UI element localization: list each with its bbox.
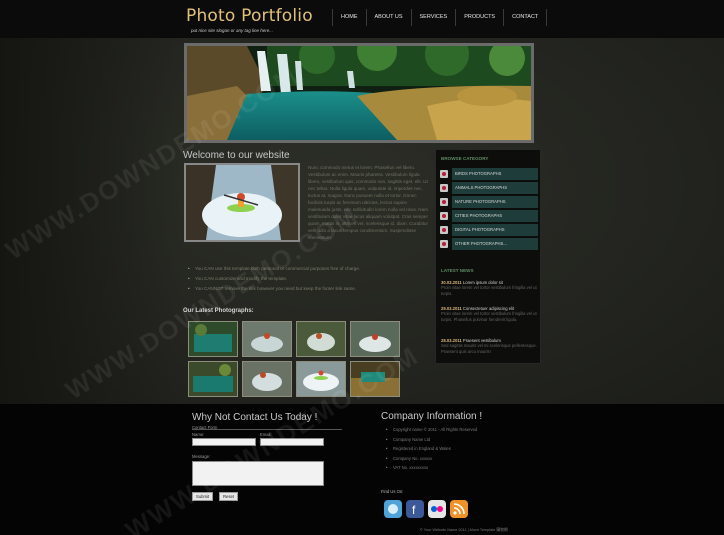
- category-animals[interactable]: ANIMALS PHOTOGRAPHS: [440, 182, 538, 194]
- page-root: Photo Portfolio put nice site slogan or …: [0, 0, 724, 535]
- news-date: 28.03.2011: [441, 338, 462, 343]
- news-item[interactable]: 29.03.2011 Consectetuer adipiscing elit …: [441, 306, 539, 322]
- category-nature[interactable]: NATURE PHOTOGRAPHS: [440, 196, 538, 208]
- news-date: 30.03.2011: [441, 280, 462, 285]
- news-item[interactable]: 30.03.2011 Lorem ipsum dolor sit Proin v…: [441, 280, 539, 296]
- news-item[interactable]: 28.03.2011 Praesent vestibulum Sed sagit…: [441, 338, 539, 354]
- contact-heading: Why Not Contact Us Today !: [192, 412, 318, 423]
- latest-news-heading: LATEST NEWS: [441, 268, 474, 273]
- photo-icon: [440, 184, 448, 192]
- contact-form-legend: Contact Form: [192, 425, 218, 430]
- twitter-icon[interactable]: [384, 500, 402, 518]
- name-label: Name:: [192, 432, 205, 437]
- list-item: Copyright name © 2011 - All Rights Reser…: [386, 425, 477, 435]
- news-text: Sed sagittis mauris vel mi scelerisque p…: [441, 343, 537, 354]
- latest-photos-heading: Our Latest Photographs:: [183, 308, 254, 314]
- facebook-icon[interactable]: f: [406, 500, 424, 518]
- news-text: Proin vitae lorem vel tortor vestibulum …: [441, 285, 537, 296]
- list-item: Company Name Ltd: [386, 435, 477, 445]
- category-label: OTHER PHOTOGRAPHS...: [452, 238, 538, 250]
- name-input[interactable]: [192, 438, 256, 446]
- photo-icon: [440, 198, 448, 206]
- photo-thumbnail[interactable]: [350, 361, 400, 397]
- list-item: You CAN use this template both personal …: [188, 264, 428, 274]
- photo-thumbnail[interactable]: [242, 361, 292, 397]
- category-other[interactable]: OTHER PHOTOGRAPHS...: [440, 238, 538, 250]
- flickr-icon[interactable]: [428, 500, 446, 518]
- photo-icon: [440, 240, 448, 248]
- list-item: VAT No. xxxxxxxxx: [386, 463, 477, 473]
- category-birds[interactable]: BIRDS PHOTOGRAPHS: [440, 168, 538, 180]
- news-headline: Lorem ipsum dolor sit: [462, 280, 503, 285]
- photo-thumbnail-grid: [188, 321, 404, 397]
- welcome-bullet-list: You CAN use this template both personal …: [188, 264, 428, 294]
- nav-home[interactable]: HOME: [332, 9, 366, 26]
- list-item: You CAN customize and modify the templat…: [188, 274, 428, 284]
- news-date: 29.03.2011: [441, 306, 462, 311]
- welcome-text-right: Nunc commodo metus et lorem. Phasellus v…: [308, 165, 429, 240]
- photo-thumbnail[interactable]: [296, 361, 346, 397]
- reset-button[interactable]: Reset: [219, 492, 238, 501]
- submit-button[interactable]: Submit: [192, 492, 214, 501]
- category-cities[interactable]: CITIES PHOTOGRAPHS: [440, 210, 538, 222]
- welcome-heading: Welcome to our website: [183, 150, 290, 161]
- category-label: CITIES PHOTOGRAPHS: [452, 210, 538, 222]
- news-headline: Praesent vestibulum: [462, 338, 501, 343]
- hero-waterfall-image: [184, 43, 534, 143]
- company-heading: Company Information !: [381, 411, 483, 422]
- photo-thumbnail[interactable]: [188, 321, 238, 357]
- photo-thumbnail[interactable]: [296, 321, 346, 357]
- email-input[interactable]: [260, 438, 324, 446]
- list-item: You CANNOT remove the link however you n…: [188, 284, 428, 294]
- nav-contact[interactable]: CONTACT: [503, 9, 548, 26]
- photo-thumbnail[interactable]: [242, 321, 292, 357]
- main-nav: HOME ABOUT US SERVICES PRODUCTS CONTACT: [332, 9, 548, 26]
- nav-products[interactable]: PRODUCTS: [455, 9, 503, 26]
- find-us-label: Find Us On:: [381, 489, 404, 494]
- site-tagline: put nice site slogan or any tag line her…: [191, 28, 274, 33]
- photo-thumbnail[interactable]: [188, 361, 238, 397]
- copyright-text: © Your Website Name 2011 | Move Template…: [420, 528, 508, 532]
- company-info-list: Copyright name © 2011 - All Rights Reser…: [386, 425, 477, 473]
- category-label: DIGITAL PHOTOGRAPHS: [452, 224, 538, 236]
- left-shade: [0, 38, 180, 404]
- email-label: Email:: [260, 432, 272, 437]
- category-label: ANIMALS PHOTOGRAPHS: [452, 182, 538, 194]
- message-label: Message:: [192, 454, 211, 459]
- svg-text:f: f: [412, 503, 416, 517]
- category-label: NATURE PHOTOGRAPHS: [452, 196, 538, 208]
- nav-about-us[interactable]: ABOUT US: [365, 9, 411, 26]
- browse-category-heading: BROWSE CATEGORY: [441, 156, 489, 161]
- photo-icon: [440, 226, 448, 234]
- photo-icon: [440, 212, 448, 220]
- kayak-photo: [184, 163, 300, 242]
- site-footer: [0, 404, 724, 535]
- site-logo[interactable]: Photo Portfolio: [186, 6, 313, 26]
- message-textarea[interactable]: [192, 461, 324, 486]
- list-item: Company No. xxxxxx: [386, 454, 477, 464]
- category-digital[interactable]: DIGITAL PHOTOGRAPHS: [440, 224, 538, 236]
- photo-icon: [440, 170, 448, 178]
- photo-thumbnail[interactable]: [350, 321, 400, 357]
- rss-icon[interactable]: [450, 500, 468, 518]
- list-item: Registered in England & Wales: [386, 444, 477, 454]
- site-header: Photo Portfolio put nice site slogan or …: [0, 0, 724, 38]
- nav-services[interactable]: SERVICES: [410, 9, 456, 26]
- news-text: Proin vitae lorem vel tortor vestibulum …: [441, 311, 537, 322]
- news-headline: Consectetuer adipiscing elit: [462, 306, 515, 311]
- category-label: BIRDS PHOTOGRAPHS: [452, 168, 538, 180]
- sidebar: BROWSE CATEGORY BIRDS PHOTOGRAPHS ANIMAL…: [435, 149, 541, 364]
